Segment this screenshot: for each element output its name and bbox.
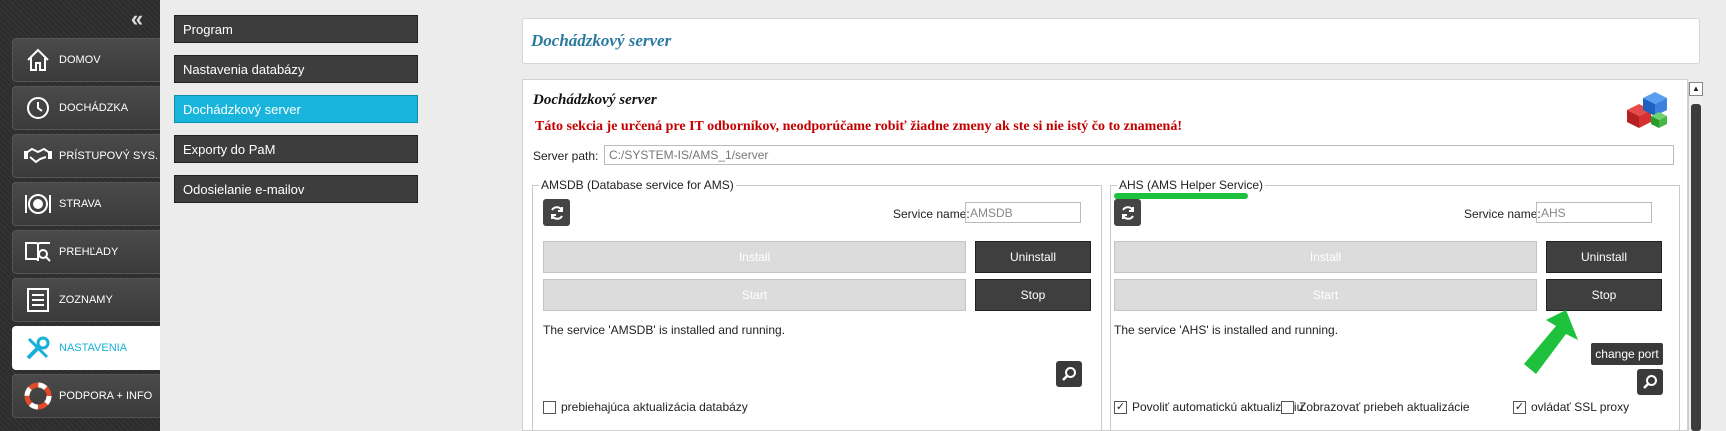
sidebar-item-strava[interactable]: STRAVA: [12, 182, 160, 226]
sidebar-item-label: NASTAVENIA: [59, 342, 128, 354]
warning-message: Táto sekcia je určená pre IT odborníkov,…: [535, 119, 1183, 134]
amsdb-stop-button[interactable]: Stop: [975, 279, 1091, 311]
sidebar-item-nastavenia[interactable]: NASTAVENIA: [12, 326, 160, 370]
checkbox-checked-box[interactable]: ✓: [1513, 400, 1526, 414]
amsdb-update-checkbox[interactable]: prebiehajúca aktualizácia databázy: [543, 400, 748, 414]
ahs-ssl-proxy-checkbox[interactable]: ✓ ovládať SSL proxy: [1513, 400, 1629, 414]
main-scrollbar[interactable]: ▲: [1688, 82, 1703, 431]
ahs-install-button[interactable]: Install: [1114, 241, 1537, 273]
ahs-uninstall-button[interactable]: Uninstall: [1546, 241, 1662, 273]
sidebar-item-pristupovy-sys[interactable]: PRÍSTUPOVÝ SYS.: [12, 134, 160, 178]
submenu-item-label: Dochádzkový server: [183, 101, 301, 117]
sidebar-item-label: PREHĽADY: [59, 246, 119, 258]
annotation-underline: [1114, 193, 1248, 199]
checkbox-box[interactable]: [1281, 400, 1294, 414]
section-heading: Dochádzkový server: [533, 92, 657, 108]
list-icon: [23, 285, 53, 315]
sidebar-item-label: DOCHÁDZKA: [59, 102, 129, 114]
search-icon: [1643, 375, 1657, 389]
checkbox-label: ovládať SSL proxy: [1531, 400, 1630, 414]
server-settings-panel: Dochádzkový server Táto sekcia je určená…: [522, 79, 1688, 431]
submenu-item-exporty-do-pam[interactable]: Exporty do PaM: [174, 135, 418, 163]
house-icon: [23, 45, 53, 75]
submenu-item-dochadzkovy-server[interactable]: Dochádzkový server: [174, 95, 418, 123]
submenu-item-label: Exporty do PaM: [183, 141, 276, 157]
sidebar-item-dochadzka[interactable]: DOCHÁDZKA: [12, 86, 160, 130]
checkbox-label: prebiehajúca aktualizácia databázy: [561, 400, 748, 414]
checkbox-label: Povoliť automatickú aktualizáciu: [1132, 400, 1304, 414]
lifebuoy-icon: [23, 381, 53, 411]
page-title-panel: Dochádzkový server: [522, 18, 1700, 64]
annotation-arrow-icon: [1524, 310, 1578, 374]
amsdb-start-button[interactable]: Start: [543, 279, 966, 311]
checkbox-label: Zobrazovať priebeh aktualizácie: [1299, 400, 1470, 414]
sidebar-item-label: PODPORA + INFO: [59, 390, 153, 402]
amsdb-uninstall-button[interactable]: Uninstall: [975, 241, 1091, 273]
submenu-item-nastavenia-databazy[interactable]: Nastavenia databázy: [174, 55, 418, 83]
submenu-item-label: Nastavenia databázy: [183, 61, 305, 77]
amsdb-service-name-label: Service name:: [893, 207, 970, 221]
submenu-item-program[interactable]: Program: [174, 15, 418, 43]
tools-icon: [23, 333, 53, 363]
submenu-item-label: Odosielanie e-mailov: [183, 181, 305, 197]
sidebar-item-label: PRÍSTUPOVÝ SYS.: [59, 150, 159, 162]
sidebar-item-label: ZOZNAMY: [59, 294, 113, 306]
amsdb-service-name-input[interactable]: AMSDB: [965, 202, 1081, 223]
amsdb-install-button[interactable]: Install: [543, 241, 966, 273]
amsdb-legend: AMSDB (Database service for AMS): [541, 178, 734, 192]
sidebar-item-label: DOMOV: [59, 54, 101, 66]
amsdb-fieldset: AMSDB (Database service for AMS) Service…: [532, 178, 1102, 431]
ahs-fieldset: AHS (AMS Helper Service) Service name: A…: [1110, 178, 1680, 431]
book-search-icon: [23, 237, 53, 267]
checkbox-box[interactable]: [543, 400, 556, 414]
ahs-service-name-input[interactable]: AHS: [1536, 202, 1652, 223]
server-path-input[interactable]: C:/SYSTEM-IS/AMS_1/server: [604, 145, 1674, 165]
sidebar-item-domov[interactable]: DOMOV: [12, 38, 160, 82]
refresh-icon: [1121, 205, 1134, 220]
plate-icon: [23, 189, 53, 219]
ahs-service-name-label: Service name:: [1464, 207, 1541, 221]
cubes-logo-icon: [1627, 92, 1667, 128]
ahs-search-button[interactable]: [1637, 369, 1663, 395]
sidebar-item-zoznamy[interactable]: ZOZNAMY: [12, 278, 160, 322]
clock-icon: [23, 93, 53, 123]
scroll-thumb[interactable]: [1691, 104, 1701, 431]
collapse-sidebar-icon[interactable]: «: [126, 8, 148, 30]
main-sidebar: « DOMOV DOCHÁDZKA PRÍSTUPOVÝ SYS. STRAVA…: [0, 0, 160, 431]
ahs-stop-button[interactable]: Stop: [1546, 279, 1662, 311]
checkbox-checked-box[interactable]: ✓: [1114, 400, 1127, 414]
amsdb-status-text: The service 'AMSDB' is installed and run…: [543, 323, 786, 337]
ahs-refresh-button[interactable]: [1114, 199, 1141, 226]
ahs-legend: AHS (AMS Helper Service): [1119, 178, 1264, 192]
submenu-item-odosielanie-emailov[interactable]: Odosielanie e-mailov: [174, 175, 418, 203]
ahs-auto-update-checkbox[interactable]: ✓ Povoliť automatickú aktualizáciu: [1114, 400, 1303, 414]
change-port-button[interactable]: change port: [1591, 343, 1663, 365]
sidebar-item-prehlady[interactable]: PREHĽADY: [12, 230, 160, 274]
handshake-icon: [23, 141, 53, 171]
ahs-show-progress-checkbox[interactable]: Zobrazovať priebeh aktualizácie: [1281, 400, 1470, 414]
amsdb-search-button[interactable]: [1056, 361, 1082, 387]
scroll-up-icon[interactable]: ▲: [1689, 82, 1703, 96]
page-title: Dochádzkový server: [531, 31, 672, 50]
submenu-item-label: Program: [183, 21, 233, 37]
search-icon: [1062, 367, 1076, 381]
sidebar-item-label: STRAVA: [59, 198, 102, 210]
amsdb-refresh-button[interactable]: [543, 199, 570, 226]
server-path-label: Server path:: [533, 149, 599, 163]
refresh-icon: [550, 205, 563, 220]
ahs-status-text: The service 'AHS' is installed and runni…: [1114, 323, 1339, 337]
ahs-start-button[interactable]: Start: [1114, 279, 1537, 311]
sidebar-item-podpora-info[interactable]: PODPORA + INFO: [12, 374, 160, 418]
